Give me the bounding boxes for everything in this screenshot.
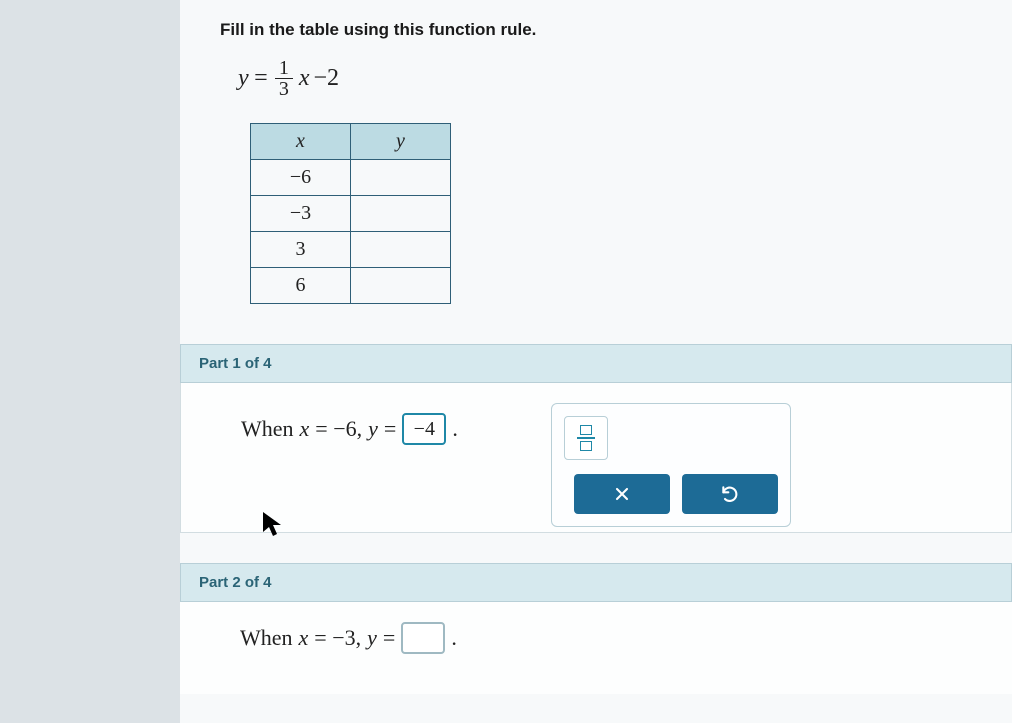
text-period: . (451, 625, 457, 651)
part-2-answer-line: When x = −3, y = . (240, 622, 972, 654)
clear-button[interactable] (574, 474, 670, 514)
table-header-x: x (251, 124, 351, 160)
equation-tail: −2 (314, 65, 340, 92)
fraction-tool-button[interactable] (564, 416, 608, 460)
part-1-body: When x = −6, y = −4 . (180, 383, 1012, 533)
function-table: x y −6 −3 3 6 (250, 123, 451, 304)
fraction-numerator: 1 (275, 58, 293, 79)
equation-fraction: 1 3 (275, 58, 293, 99)
text-eq-x: = −3, (314, 625, 361, 651)
table-row: −3 (251, 196, 451, 232)
cursor-icon (261, 510, 283, 538)
table-row: 6 (251, 268, 451, 304)
text-when: When (241, 416, 294, 442)
text-eq-y: = (384, 416, 396, 442)
table-cell-x: −3 (251, 196, 351, 232)
answer-input-part1[interactable]: −4 (402, 413, 446, 445)
table-cell-y[interactable] (351, 232, 451, 268)
text-eq-x: = −6, (315, 416, 362, 442)
function-rule: y = 1 3 x −2 (238, 58, 972, 99)
table-row: −6 (251, 160, 451, 196)
var-x: x (299, 625, 309, 651)
left-sidebar (0, 0, 180, 723)
var-x: x (300, 416, 310, 442)
table-cell-y[interactable] (351, 268, 451, 304)
table-cell-x: 6 (251, 268, 351, 304)
undo-icon (720, 484, 740, 504)
fraction-denominator: 3 (275, 79, 293, 99)
equation-lhs: y (238, 65, 249, 92)
text-when: When (240, 625, 293, 651)
text-period: . (452, 416, 458, 442)
table-cell-x: 3 (251, 232, 351, 268)
var-y: y (368, 416, 378, 442)
answer-input-part2[interactable] (401, 622, 445, 654)
text-eq-y: = (383, 625, 395, 651)
part-2-header: Part 2 of 4 (180, 563, 1012, 602)
part-1-header: Part 1 of 4 (180, 344, 1012, 383)
fraction-icon (577, 425, 595, 451)
undo-button[interactable] (682, 474, 778, 514)
table-cell-y[interactable] (351, 196, 451, 232)
var-y: y (367, 625, 377, 651)
equation-var: x (299, 65, 310, 92)
table-cell-x: −6 (251, 160, 351, 196)
table-cell-y[interactable] (351, 160, 451, 196)
table-row: 3 (251, 232, 451, 268)
close-icon (612, 484, 632, 504)
table-header-y: y (351, 124, 451, 160)
part-2-body: When x = −3, y = . (180, 602, 1012, 694)
main-content: Fill in the table using this function ru… (180, 0, 1012, 723)
equation-equals: = (253, 65, 269, 92)
question-prompt: Fill in the table using this function ru… (220, 20, 972, 40)
answer-toolbox (551, 403, 791, 527)
